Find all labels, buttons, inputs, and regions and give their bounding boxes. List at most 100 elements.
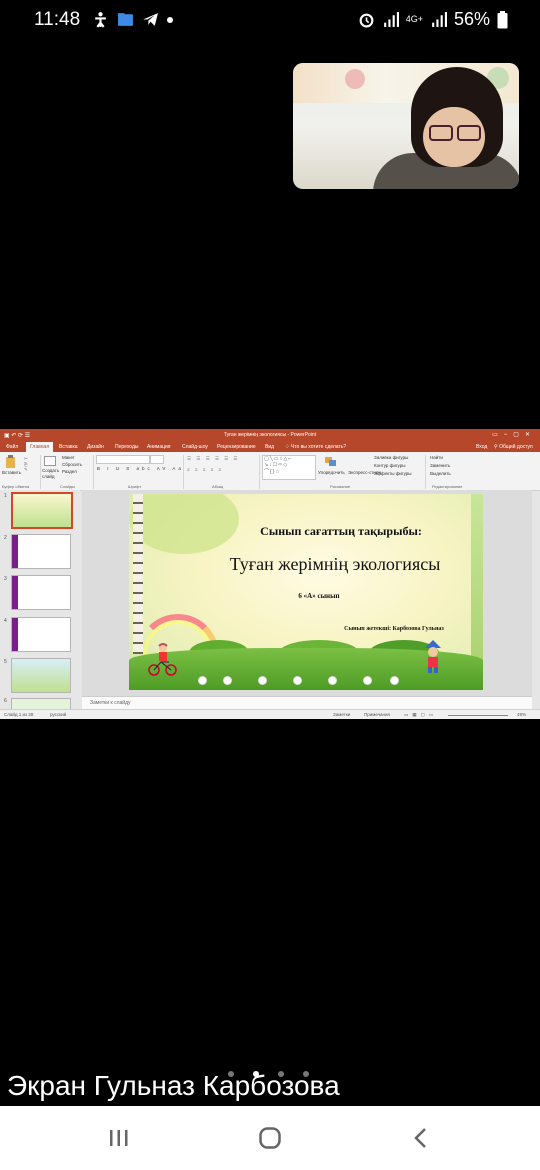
group-label-paragraph: Абзац bbox=[212, 484, 224, 489]
cut-copy-icons: ✂ ⎘ ✎ bbox=[24, 456, 28, 472]
arrange-icon bbox=[325, 457, 336, 466]
ppt-window-title: Туған жерімнің экологиясы - PowerPoint bbox=[223, 432, 317, 438]
child-on-bicycle-image bbox=[148, 643, 177, 676]
tell-me-box: ♢ Что вы хотите сделать? bbox=[285, 444, 346, 450]
font-name-box bbox=[96, 455, 150, 464]
shape-fill-button: Заливка фигуры bbox=[374, 455, 409, 460]
shape-outline-button: Контур фигуры bbox=[374, 463, 406, 468]
font-format-icons: B I U S abc AV Aa bbox=[97, 466, 184, 471]
slide-teacher: Сынып жетекші: Карбозова Гульназ bbox=[344, 626, 444, 632]
battery-percent: 56% bbox=[453, 9, 490, 29]
find-button: Найти bbox=[430, 455, 443, 460]
thumb-number: 5 bbox=[4, 659, 7, 665]
layout-button: Макет bbox=[62, 455, 75, 460]
group-separator bbox=[425, 455, 426, 489]
replace-button: Заменить bbox=[430, 463, 451, 468]
thumb-number: 6 bbox=[4, 698, 7, 704]
slide-thumbnails: 1 2 3 4 5 6 bbox=[0, 490, 80, 713]
group-separator bbox=[183, 455, 184, 489]
arrange-button: Упорядочить bbox=[318, 470, 345, 475]
zoom-slider bbox=[448, 715, 508, 716]
signal-icon-2 bbox=[432, 12, 447, 27]
daisy bbox=[294, 677, 301, 684]
recent-apps-button[interactable] bbox=[99, 1124, 139, 1152]
group-label-drawing: Рисование bbox=[330, 484, 351, 489]
alarm-icon bbox=[359, 13, 374, 28]
birch-tree bbox=[133, 494, 143, 654]
slide-thumbnail bbox=[11, 492, 73, 529]
daisy bbox=[364, 677, 371, 684]
tab-file: Файл bbox=[6, 444, 19, 450]
network-type: 4G+ bbox=[405, 14, 423, 24]
shared-screen: ▣ ↶ ⟳ ☰ Туған жерімнің экологиясы - Powe… bbox=[0, 429, 540, 719]
notes-pane: Заметки к слайду bbox=[82, 696, 532, 710]
shape-effects-button: Эффекты фигуры bbox=[374, 471, 412, 476]
thumb-number: 2 bbox=[4, 535, 7, 541]
tab-animation: Анимация bbox=[147, 444, 171, 450]
ppt-ribbon: Вставить ✂ ⎘ ✎ Создать слайд Макет Сбросит… bbox=[0, 452, 540, 491]
font-size-box bbox=[150, 455, 164, 464]
daisy bbox=[259, 677, 266, 684]
daisy bbox=[224, 677, 231, 684]
tab-slideshow: Слайд-шоу bbox=[182, 444, 208, 450]
thumb-number: 3 bbox=[4, 576, 7, 582]
folder-icon bbox=[118, 13, 133, 26]
ppt-ribbon-tabs: Файл Главная Вставка Дизайн Переходы Ани… bbox=[0, 441, 540, 452]
thumb-number: 1 bbox=[4, 493, 7, 499]
thumb-number: 4 bbox=[4, 618, 7, 624]
glasses bbox=[457, 125, 481, 141]
notification-icons bbox=[92, 11, 173, 28]
view-buttons: ▭▦▢▭ bbox=[404, 712, 438, 717]
comments-toggle: Примечания bbox=[364, 712, 390, 717]
select-button: Выделить bbox=[430, 471, 451, 476]
slide-editing-area: Сынып сағаттың тақырыбы: Туған жерімнің … bbox=[82, 490, 532, 696]
slide-class: 6 «А» сынып bbox=[298, 592, 340, 600]
home-icon bbox=[259, 1127, 281, 1149]
slide-thumbnail bbox=[11, 617, 71, 652]
status-bar: 11:48 4G+ 56% bbox=[0, 0, 540, 42]
group-separator bbox=[259, 455, 260, 489]
current-slide: Сынып сағаттың тақырыбы: Туған жерімнің … bbox=[129, 494, 483, 690]
notes-placeholder: Заметки к слайду bbox=[90, 700, 131, 706]
home-button[interactable] bbox=[250, 1124, 290, 1152]
new-slide-icon bbox=[44, 456, 56, 466]
dot-icon bbox=[167, 16, 173, 23]
slide-thumbnail bbox=[11, 658, 71, 693]
screen-share-label: Экран Гульназ Карбозова bbox=[7, 1070, 340, 1101]
accessibility-icon bbox=[95, 12, 106, 28]
participant-video-thumbnail[interactable] bbox=[293, 63, 519, 189]
tab-home: Главная bbox=[26, 442, 54, 452]
tell-me-text: Что вы хотите сделать? bbox=[290, 444, 347, 450]
tab-transitions: Переходы bbox=[115, 444, 139, 450]
child-with-hat-image bbox=[425, 640, 441, 673]
notes-toggle: Заметки bbox=[333, 712, 351, 717]
reset-button: Сбросить bbox=[62, 462, 83, 467]
shapes-icons: ▢╲▭○△⌐ ↘↓☐⇨◇ ⌒{}☆ bbox=[264, 456, 293, 475]
daisy bbox=[329, 677, 336, 684]
group-separator bbox=[93, 455, 94, 489]
tab-design: Дизайн bbox=[87, 444, 104, 450]
group-separator bbox=[40, 455, 41, 489]
paragraph-icons: ☰ ☰ ☰ ☰ ☰ ☰ ≡ ≡ ≡ ≡ ≡ bbox=[187, 456, 240, 472]
back-button[interactable] bbox=[401, 1124, 441, 1152]
tab-review: Рецензирование bbox=[217, 444, 256, 450]
signal-icon bbox=[383, 12, 399, 27]
recent-apps-icon bbox=[110, 1130, 128, 1146]
group-label-font: Шрифт bbox=[128, 484, 142, 489]
slide-thumbnail bbox=[11, 575, 71, 610]
navigation-bar bbox=[0, 1106, 540, 1170]
window-controls: ▭−▢✕ bbox=[492, 432, 536, 438]
language-indicator: русский bbox=[50, 712, 67, 717]
share-label: Общий доступ bbox=[499, 444, 533, 450]
group-label-editing: Редактирование bbox=[432, 484, 463, 489]
slide-heading: Сынып сағаттың тақырыбы: bbox=[260, 524, 422, 538]
ppt-statusbar: Слайд 1 из 28 русский Заметки Примечания… bbox=[0, 709, 540, 719]
tab-view: Вид bbox=[265, 444, 275, 450]
create-slide-label: Создать слайд bbox=[42, 468, 60, 479]
zoom-level: 49% bbox=[517, 712, 527, 717]
slide-title: Туған жерімнің экологиясы bbox=[229, 554, 441, 574]
daisy bbox=[391, 677, 398, 684]
glasses bbox=[429, 125, 453, 141]
back-icon bbox=[414, 1128, 426, 1148]
clock: 11:48 bbox=[34, 9, 81, 30]
